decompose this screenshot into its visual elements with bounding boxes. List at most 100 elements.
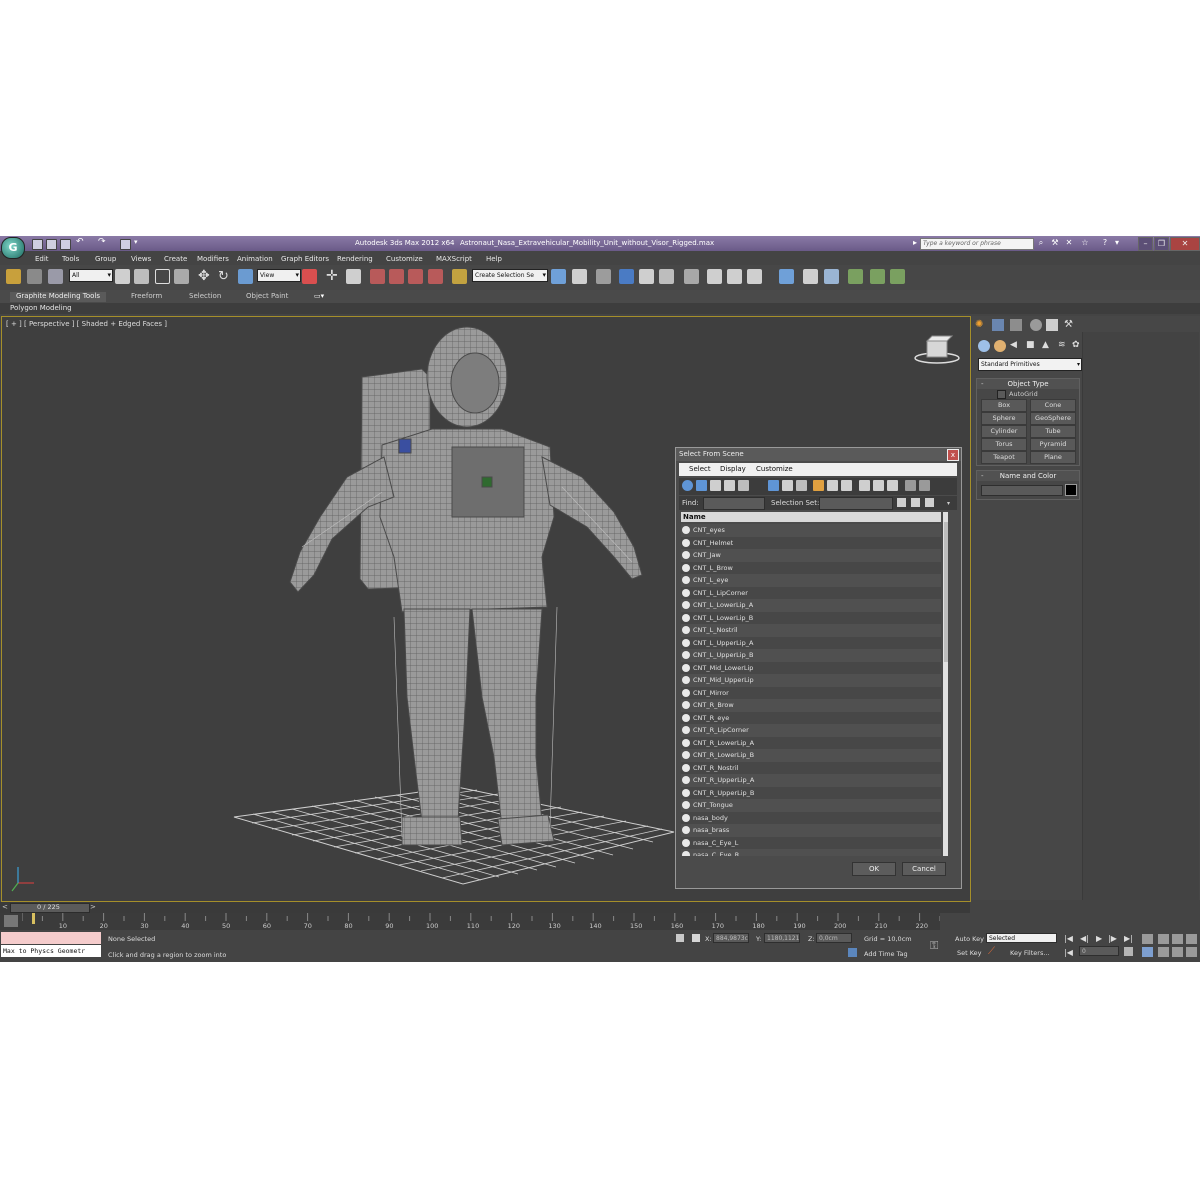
display-bones-icon[interactable]	[768, 480, 779, 491]
maxscript-mini-listener[interactable]: Max to Physcs Geometr	[1, 945, 101, 957]
search-input[interactable]: Type a keyword or phrase	[920, 238, 1034, 250]
list-item[interactable]: CNT_L_LipCorner	[681, 586, 941, 599]
list-item[interactable]: CNT_L_LowerLip_B	[681, 611, 941, 624]
extra-tool-5-icon[interactable]	[870, 269, 885, 284]
autogrid-checkbox[interactable]	[997, 390, 1006, 399]
maxscript-listener-top[interactable]	[1, 932, 101, 944]
list-item[interactable]: CNT_Mirror	[681, 686, 941, 699]
box-button[interactable]: Box	[981, 399, 1027, 412]
toolbar-overflow-icon[interactable]: ▾	[947, 500, 950, 507]
current-frame-field[interactable]: 0	[1079, 946, 1119, 956]
display-groups-icon[interactable]	[813, 480, 824, 491]
key-icon[interactable]: ⚿	[930, 939, 938, 953]
select-object-icon[interactable]	[115, 269, 130, 284]
time-slider-thumb[interactable]: 0 / 225	[10, 903, 90, 913]
snaps-toggle-icon[interactable]	[370, 269, 385, 284]
tab-object-paint[interactable]: Object Paint	[246, 292, 288, 300]
cancel-button[interactable]: Cancel	[902, 862, 946, 876]
y-coordinate-field[interactable]: 1180,1121	[764, 933, 800, 943]
angle-snap-icon[interactable]	[389, 269, 404, 284]
cylinder-button[interactable]: Cylinder	[981, 425, 1027, 438]
rectangular-selection-icon[interactable]	[155, 269, 170, 284]
maximize-viewport-icon[interactable]	[1186, 947, 1197, 957]
maximize-button[interactable]: ❐	[1154, 237, 1169, 251]
menu-modifiers[interactable]: Modifiers	[197, 255, 229, 263]
pyramid-button[interactable]: Pyramid	[1030, 438, 1076, 451]
menu-help[interactable]: Help	[486, 255, 502, 263]
graphite-toggle-icon[interactable]	[619, 269, 634, 284]
zoom-extents-icon[interactable]	[1172, 934, 1183, 944]
close-window-button[interactable]: ✕	[1170, 237, 1200, 251]
tube-button[interactable]: Tube	[1030, 425, 1076, 438]
orbit-icon[interactable]	[1172, 947, 1183, 957]
name-and-color-header[interactable]: Name and Color	[977, 471, 1079, 481]
filter-icon[interactable]	[905, 480, 916, 491]
communication-icon[interactable]: ✕	[1064, 238, 1074, 248]
dialog-title-bar[interactable]: Select From Scene x	[676, 448, 961, 461]
object-color-swatch[interactable]	[1065, 484, 1077, 496]
material-editor-icon[interactable]	[684, 269, 699, 284]
set-key-icon[interactable]: ⟋	[988, 946, 1000, 958]
selection-set-dropdown[interactable]	[819, 497, 893, 510]
rendered-frame-window-icon[interactable]	[727, 269, 742, 284]
display-helpers-icon[interactable]	[738, 480, 749, 491]
key-filters-button[interactable]: Key Filters...	[1010, 949, 1050, 957]
select-all-icon[interactable]	[859, 480, 870, 491]
subscription-icon[interactable]: ⚒	[1050, 238, 1060, 248]
torus-button[interactable]: Torus	[981, 438, 1027, 451]
favorites-icon[interactable]: ☆	[1080, 238, 1090, 248]
list-item[interactable]: CNT_R_LowerLip_A	[681, 736, 941, 749]
previous-frame-icon[interactable]: ◀|	[1080, 934, 1089, 943]
window-crossing-icon[interactable]	[174, 269, 189, 284]
list-item[interactable]: nasa_body	[681, 811, 941, 824]
field-of-view-icon[interactable]	[1142, 947, 1153, 957]
selection-filter-dropdown[interactable]: All	[69, 269, 113, 282]
tab-graphite-modeling-tools[interactable]: Graphite Modeling Tools	[10, 292, 107, 302]
cone-button[interactable]: Cone	[1030, 399, 1076, 412]
menu-views[interactable]: Views	[131, 255, 151, 263]
undo-icon[interactable]: ↶	[76, 237, 85, 247]
menu-maxscript[interactable]: MAXScript	[436, 255, 472, 263]
bind-space-warp-icon[interactable]	[48, 269, 63, 284]
list-item[interactable]: CNT_L_UpperLip_B	[681, 649, 941, 662]
display-geometry-icon[interactable]	[682, 480, 693, 491]
pan-icon[interactable]	[1158, 947, 1169, 957]
display-lights-icon[interactable]	[710, 480, 721, 491]
scene-object-list[interactable]: Name CNT_eyes CNT_Helmet CNT_Jaw CNT_L_Brow…	[681, 512, 948, 856]
new-file-icon[interactable]	[32, 239, 43, 250]
application-menu-button[interactable]: G	[1, 237, 25, 259]
select-invert-icon[interactable]	[887, 480, 898, 491]
viewcube[interactable]	[914, 335, 960, 364]
track-bar[interactable]: 10 20 30 40 50 60 70 80 90 100 110 120 130 140 150 160 1…	[0, 913, 940, 930]
time-tag-icon[interactable]	[848, 948, 857, 957]
link-icon[interactable]	[6, 269, 21, 284]
display-hidden-icon[interactable]	[841, 480, 852, 491]
list-item[interactable]: CNT_L_eye	[681, 574, 941, 587]
hierarchy-tab-icon[interactable]	[1010, 319, 1022, 331]
help-dropdown-icon[interactable]: ▾	[1112, 238, 1122, 248]
mirror-icon[interactable]	[551, 269, 566, 284]
utilities-tab-icon[interactable]: ⚒	[1064, 319, 1076, 331]
list-item[interactable]: CNT_R_LowerLip_B	[681, 749, 941, 762]
auto-key-button[interactable]: Auto Key	[955, 935, 984, 943]
minimize-button[interactable]: –	[1138, 237, 1153, 251]
plane-button[interactable]: Plane	[1030, 451, 1076, 464]
absolute-mode-icon[interactable]	[692, 934, 700, 942]
geosphere-button[interactable]: GeoSphere	[1030, 412, 1076, 425]
time-configuration-icon[interactable]	[1124, 947, 1133, 956]
pivot-center-icon[interactable]	[302, 269, 317, 284]
list-item[interactable]: CNT_eyes	[681, 524, 941, 537]
z-coordinate-field[interactable]: 0,0cm	[816, 933, 852, 943]
redo-icon[interactable]: ↷	[98, 237, 107, 247]
list-item[interactable]: CNT_R_Brow	[681, 699, 941, 712]
display-shapes-icon[interactable]	[696, 480, 707, 491]
next-frame-icon[interactable]: |▶	[1108, 934, 1117, 943]
display-xrefs-icon[interactable]	[796, 480, 807, 491]
filter-options-icon[interactable]	[919, 480, 930, 491]
extra-tool-3-icon[interactable]	[824, 269, 839, 284]
spinner-snap-icon[interactable]	[428, 269, 443, 284]
menu-create[interactable]: Create	[164, 255, 187, 263]
schematic-view-icon[interactable]	[659, 269, 674, 284]
x-coordinate-field[interactable]: 884,9873c	[713, 933, 749, 943]
modify-tab-icon[interactable]	[992, 319, 1004, 331]
